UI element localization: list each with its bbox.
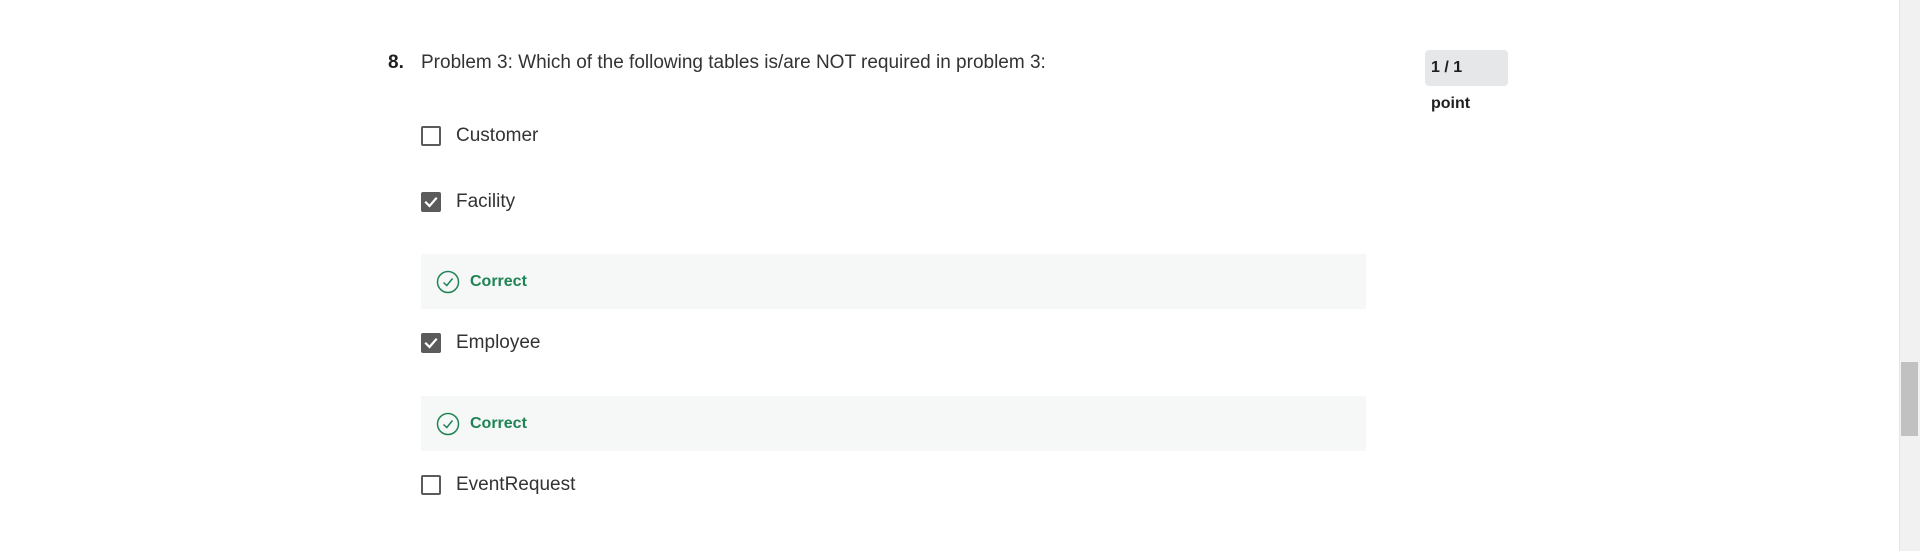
- checkbox-customer[interactable]: [421, 126, 441, 146]
- checkbox-eventrequest[interactable]: [421, 475, 441, 495]
- scrollbar-thumb[interactable]: [1901, 362, 1918, 436]
- option-employee[interactable]: Employee: [421, 331, 541, 355]
- scrollbar-track[interactable]: [1899, 0, 1920, 551]
- option-customer[interactable]: Customer: [421, 124, 538, 148]
- feedback-text: Correct: [470, 272, 527, 290]
- option-label: Customer: [456, 125, 539, 146]
- checkmark-icon: [424, 196, 438, 208]
- option-eventrequest[interactable]: EventRequest: [421, 473, 575, 497]
- question-number: 8.: [388, 52, 404, 73]
- checkbox-employee[interactable]: [421, 333, 441, 353]
- check-circle-icon: [436, 412, 460, 436]
- points-badge: 1 / 1 point: [1425, 50, 1508, 112]
- quiz-page: 8. Problem 3: Which of the following tab…: [0, 0, 1920, 551]
- feedback-correct: Correct: [421, 396, 1366, 451]
- question-text: Problem 3: Which of the following tables…: [421, 52, 1046, 73]
- feedback-correct: Correct: [421, 254, 1366, 309]
- option-label: EventRequest: [456, 474, 576, 495]
- checkmark-icon: [424, 337, 438, 349]
- checkbox-facility[interactable]: [421, 192, 441, 212]
- feedback-text: Correct: [470, 414, 527, 432]
- option-label: Employee: [456, 332, 541, 353]
- check-circle-icon: [436, 270, 460, 294]
- option-label: Facility: [456, 191, 516, 212]
- option-facility[interactable]: Facility: [421, 190, 515, 214]
